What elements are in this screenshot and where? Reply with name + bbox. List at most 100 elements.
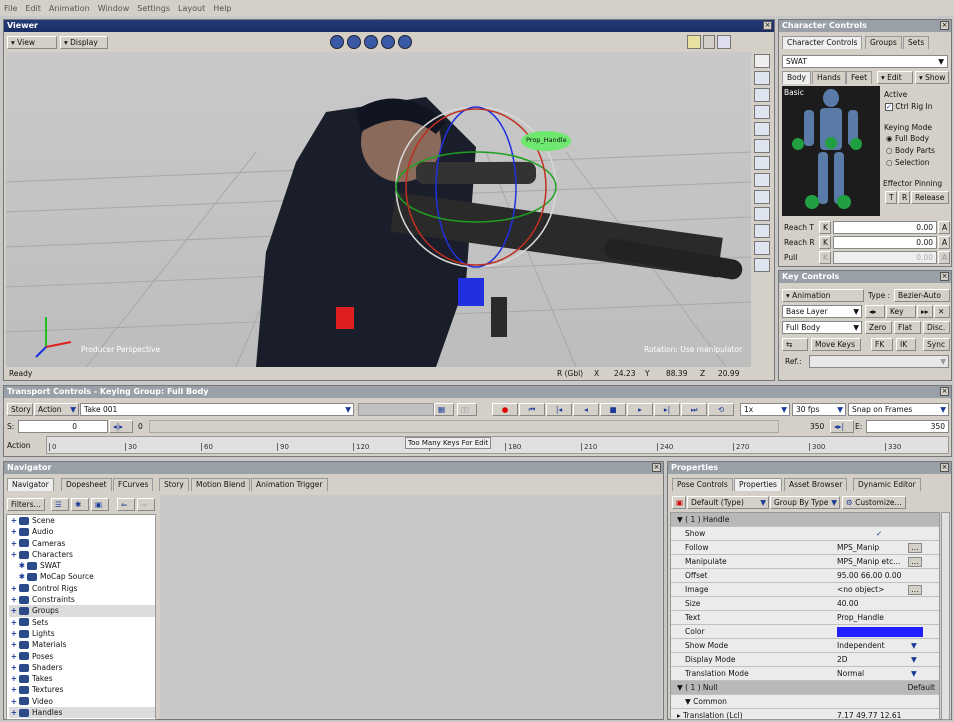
menu-layout[interactable]: Layout — [178, 4, 205, 13]
group-by-select[interactable]: Group By Type ▼ — [770, 496, 840, 509]
camera-tool-icon[interactable] — [754, 139, 770, 153]
curve-tool-icon[interactable] — [754, 173, 770, 187]
translation-row[interactable]: ▸ Translation (Lcl) 7.17 49.77 12.61 — [671, 709, 939, 719]
tab-dopesheet[interactable]: Dopesheet — [61, 478, 112, 491]
menu-window[interactable]: Window — [98, 4, 130, 13]
property-row[interactable]: Image <no object>… — [671, 583, 939, 597]
sync-button[interactable]: Sync — [923, 338, 950, 351]
fk-button[interactable]: FK — [871, 338, 893, 351]
keying-mode-body-parts[interactable]: ○ Body Parts — [886, 146, 935, 155]
tree-item[interactable]: + Textures — [9, 684, 155, 695]
show-button[interactable]: ▾ Show — [915, 71, 949, 84]
menu-settings[interactable]: Settings — [137, 4, 170, 13]
browse-button[interactable]: … — [908, 543, 922, 553]
customize-button[interactable]: ⚙ Customize... — [842, 496, 906, 509]
interpolation-type-select[interactable]: Bezier-Auto — [894, 289, 950, 302]
menu-file[interactable]: File — [4, 4, 17, 13]
key-controls-close-icon[interactable]: × — [940, 272, 949, 281]
tree-item[interactable]: + Takes — [9, 673, 155, 684]
layout-toggle-2-icon[interactable]: ▯▯ — [457, 403, 477, 416]
go-to-end-icon[interactable]: ⏭ — [681, 403, 707, 416]
checkbox-checked-icon[interactable]: ✓ — [876, 527, 882, 541]
render-dropdown-icon[interactable] — [703, 35, 715, 49]
property-row[interactable]: Size 40.00 — [671, 597, 939, 611]
properties-close-icon[interactable]: × — [940, 463, 949, 472]
start-frame-field[interactable]: 0 — [18, 420, 108, 433]
scene-tree[interactable]: + Scene + Audio + Cameras + Characters ✱ SWAT ✱ MoC… — [6, 514, 156, 720]
snap-select[interactable]: Snap on Frames ▼ — [848, 403, 949, 416]
zero-button[interactable]: Zero — [865, 321, 892, 334]
translate-tool-icon[interactable] — [754, 88, 770, 102]
forward-arrow-icon[interactable]: ⇒ — [137, 498, 155, 511]
path-tool-icon[interactable] — [754, 190, 770, 204]
take-select[interactable]: Take 001 ▼ — [80, 403, 354, 416]
select-tool-icon[interactable] — [754, 54, 770, 68]
reach-r-a-button[interactable]: A — [938, 236, 950, 249]
step-back-icon[interactable]: ◂|▸ — [109, 420, 133, 433]
chevron-down-icon[interactable]: ▼ — [911, 667, 917, 681]
filters-button[interactable]: Filters... — [7, 498, 45, 511]
reach-t-a-button[interactable]: A — [938, 221, 950, 234]
character-select[interactable]: SWAT ▼ — [782, 55, 948, 68]
browse-button[interactable]: … — [908, 557, 922, 567]
character-controls-close-icon[interactable]: × — [940, 21, 949, 30]
fps-select[interactable]: 30 fps ▼ — [792, 403, 846, 416]
property-value[interactable]: Prop_Handle — [837, 611, 925, 625]
layout-toggle-icon[interactable]: ▦ — [434, 403, 454, 416]
tree-item[interactable]: + Video — [9, 696, 155, 707]
tab-character-controls[interactable]: Character Controls — [782, 36, 863, 49]
menu-edit[interactable]: Edit — [25, 4, 41, 13]
common-subsection[interactable]: ▼ Common — [671, 695, 939, 709]
light-tool-icon[interactable] — [754, 224, 770, 238]
record-tool-icon[interactable] — [754, 207, 770, 221]
tree-item[interactable]: + Poses — [9, 651, 155, 662]
maximize-view-icon[interactable] — [717, 35, 731, 49]
tree-item[interactable]: ✱ MoCap Source — [9, 571, 155, 582]
chevron-down-icon[interactable]: ▼ — [911, 653, 917, 667]
edit-button[interactable]: ▾ Edit — [877, 71, 913, 84]
list-view-icon[interactable]: ☰ — [51, 498, 69, 511]
previous-key-button[interactable]: ◂▸ — [865, 305, 885, 318]
animation-mode-select[interactable]: ▾ Animation — [782, 289, 864, 302]
pin-t-button[interactable]: T — [885, 191, 897, 204]
tree-item[interactable]: + Scene — [9, 515, 155, 526]
tab-navigator[interactable]: Navigator — [7, 478, 54, 491]
key-button[interactable]: Key — [886, 305, 916, 318]
property-value[interactable]: 95.00 66.00 0.00 — [837, 569, 925, 583]
star-tool-icon[interactable] — [754, 258, 770, 272]
pin-icon[interactable]: ✱ — [71, 498, 89, 511]
tree-item[interactable]: ✱ SWAT — [9, 560, 155, 571]
property-row[interactable]: Offset 95.00 66.00 0.00 — [671, 569, 939, 583]
keying-mode-selection[interactable]: ○ Selection — [886, 158, 930, 167]
viewer-close-icon[interactable]: × — [763, 21, 772, 30]
subtab-hands[interactable]: Hands — [812, 71, 846, 84]
body-part-select[interactable]: Full Body ▼ — [782, 321, 862, 334]
tab-dynamic-editor[interactable]: Dynamic Editor — [853, 478, 921, 491]
move-keys-toggle-icon[interactable]: ⇆ — [782, 338, 808, 351]
pan-camera-icon[interactable] — [347, 35, 361, 49]
pull-key-button[interactable]: K — [819, 251, 831, 264]
tree-item[interactable]: + Control Rigs — [9, 583, 155, 594]
property-row[interactable]: Color — [671, 625, 939, 639]
reach-t-slider[interactable]: 0.00 — [833, 221, 937, 234]
property-row[interactable]: Follow MPS_Manip… — [671, 541, 939, 555]
color-swatch[interactable] — [837, 627, 923, 637]
end-frame-field[interactable]: 350 — [866, 420, 949, 433]
flat-button[interactable]: Flat — [894, 321, 921, 334]
lock-properties-icon[interactable]: ▣ — [672, 496, 686, 509]
stack-tool-icon[interactable] — [754, 241, 770, 255]
tree-item[interactable]: + Sets — [9, 617, 155, 628]
pull-slider[interactable]: 0.00 — [833, 251, 937, 264]
scale-tool-icon[interactable] — [754, 122, 770, 136]
tab-story[interactable]: Story — [159, 478, 189, 491]
tree-item[interactable]: + Lights — [9, 628, 155, 639]
display-button[interactable]: ▾ Display — [60, 36, 108, 49]
subtab-body[interactable]: Body — [782, 71, 811, 84]
keying-mode-full-body[interactable]: ◉ Full Body — [886, 134, 929, 143]
tab-asset-browser[interactable]: Asset Browser — [784, 478, 848, 491]
swat-character[interactable] — [256, 97, 744, 367]
ik-button[interactable]: IK — [896, 338, 916, 351]
tree-item[interactable]: + Characters — [9, 549, 155, 560]
tab-motion-blend[interactable]: Motion Blend — [191, 478, 251, 491]
property-row[interactable]: Display Mode 2D ▼ — [671, 653, 939, 667]
